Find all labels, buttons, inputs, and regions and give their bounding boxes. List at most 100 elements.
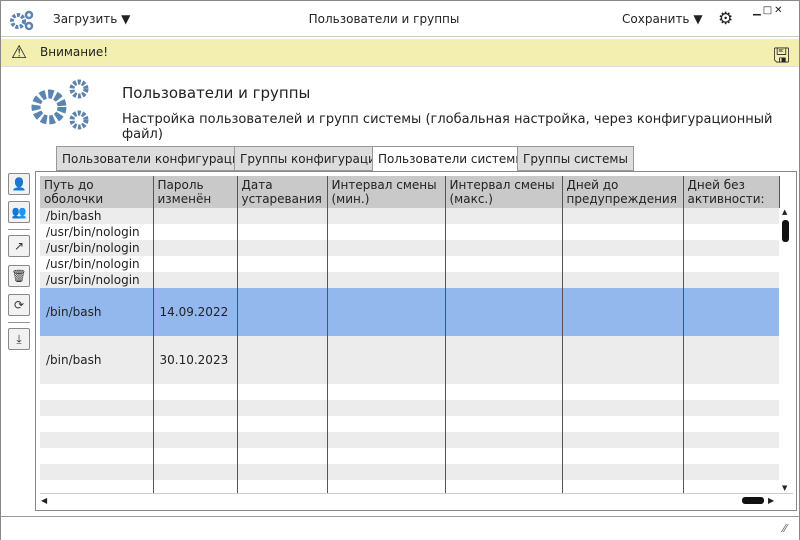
table-row[interactable] [40, 448, 780, 464]
export-button[interactable]: ↗ [8, 235, 30, 257]
table-row[interactable]: /bin/bash 14.09.2022 [40, 288, 780, 336]
user-card-button[interactable]: 👤 [8, 173, 30, 195]
table-cell [327, 448, 446, 464]
table-row[interactable]: /usr/bin/nologin [40, 272, 780, 288]
users-group-button[interactable]: 👥 [8, 201, 30, 223]
close-icon[interactable]: ✕ [774, 5, 784, 16]
save-disk-icon[interactable]: 🖫 [773, 41, 790, 75]
table-row[interactable] [40, 384, 780, 400]
table-cell [40, 416, 154, 432]
table-cell [237, 272, 328, 288]
table-cell [445, 288, 563, 336]
scroll-up-icon[interactable]: ▲ [782, 208, 787, 216]
scroll-down-icon[interactable]: ▼ [782, 484, 787, 492]
warning-text: Внимание! [40, 45, 109, 59]
table-cell [153, 256, 238, 272]
table-cell [683, 432, 780, 448]
table-cell: 14.09.2022 [153, 288, 238, 336]
share-icon: ↗ [13, 239, 25, 253]
column-header[interactable]: Интервал смены (макс.) [445, 176, 563, 208]
table-cell: /usr/bin/nologin [40, 224, 154, 240]
table-cell [683, 208, 780, 224]
table-row[interactable]: /bin/bash 30.10.2023 [40, 336, 780, 384]
table-cell: /bin/bash [40, 336, 154, 384]
tab-config-groups[interactable]: Группы конфигурации [234, 146, 390, 171]
divider [8, 322, 30, 323]
scroll-thumb[interactable] [782, 220, 789, 242]
table-cell [683, 272, 780, 288]
table-row[interactable] [40, 400, 780, 416]
table-cell [153, 416, 238, 432]
table-cell: /bin/bash [40, 288, 154, 336]
tab-config-users[interactable]: Пользователи конфигурации [56, 146, 254, 171]
table-row[interactable] [40, 464, 780, 480]
table-cell [445, 416, 563, 432]
table-cell: /bin/bash [40, 208, 154, 224]
table-row[interactable] [40, 432, 780, 448]
table-cell [327, 400, 446, 416]
table-cell [237, 208, 328, 224]
table-cell [683, 464, 780, 480]
table-cell [237, 384, 328, 400]
minimize-icon[interactable]: ▁ [753, 5, 763, 16]
table-cell [327, 240, 446, 256]
table-cell [237, 400, 328, 416]
table-cell [445, 208, 563, 224]
table-cell [683, 384, 780, 400]
resize-grip-icon[interactable]: ⁄⁄ [783, 522, 787, 535]
table-row[interactable]: /usr/bin/nologin [40, 240, 780, 256]
scroll-left-icon[interactable]: ◀ [41, 496, 47, 505]
maximize-icon[interactable]: □ [763, 5, 774, 16]
table-cell [327, 256, 446, 272]
tab-system-users[interactable]: Пользователи системы [372, 146, 531, 173]
table-row[interactable] [40, 416, 780, 432]
download-button[interactable]: ⤓ [8, 328, 30, 350]
table-cell [40, 384, 154, 400]
table-cell [562, 432, 684, 448]
table-cell [327, 288, 446, 336]
table-cell [445, 432, 563, 448]
horizontal-scrollbar[interactable]: ◀ ▶ [40, 493, 793, 507]
gear-icon[interactable]: ⚙ [718, 9, 733, 29]
table-cell [153, 432, 238, 448]
refresh-button[interactable]: ⟳ [8, 294, 30, 316]
window-controls: ▁□✕ [753, 5, 785, 16]
table-row[interactable]: /bin/bash [40, 208, 780, 224]
table-cell: 30.10.2023 [153, 336, 238, 384]
table-cell [445, 400, 563, 416]
table-cell [40, 448, 154, 464]
table-cell [562, 416, 684, 432]
table-cell [237, 448, 328, 464]
save-menu-button[interactable]: Сохранить ▼ [622, 12, 703, 26]
vertical-scrollbar[interactable]: ▼ ▲ [779, 208, 793, 493]
column-header[interactable]: Пароль изменён [153, 176, 238, 208]
table-cell [153, 272, 238, 288]
table-cell [562, 256, 684, 272]
column-header[interactable]: Путь до оболочки [40, 176, 154, 208]
table-cell [445, 336, 563, 384]
table-cell [153, 384, 238, 400]
users-table: Путь до оболочки Пароль изменён Дата устар… [40, 176, 780, 496]
table-row[interactable]: /usr/bin/nologin [40, 256, 780, 272]
warning-icon: ⚠ [11, 42, 28, 63]
table-cell [562, 400, 684, 416]
column-header[interactable]: Интервал смены (мин.) [327, 176, 446, 208]
delete-button[interactable]: 🗑 [8, 265, 30, 287]
table-cell [562, 272, 684, 288]
column-header[interactable]: Дата устаревания [237, 176, 328, 208]
table-cell: /usr/bin/nologin [40, 272, 154, 288]
scroll-right-icon[interactable]: ▶ [768, 496, 774, 505]
save-label: Сохранить [622, 12, 690, 26]
table-cell [237, 224, 328, 240]
table-cell [683, 336, 780, 384]
table-cell [327, 272, 446, 288]
column-header[interactable]: Дней до предупреждения [562, 176, 684, 208]
tab-system-groups[interactable]: Группы системы [517, 146, 634, 171]
hscroll-thumb[interactable] [742, 497, 764, 504]
table-cell [683, 224, 780, 240]
table-cell [562, 208, 684, 224]
table-row[interactable]: /usr/bin/nologin [40, 224, 780, 240]
table-cell [153, 208, 238, 224]
column-header[interactable]: Дней без активности: [683, 176, 780, 208]
table-cell [237, 336, 328, 384]
